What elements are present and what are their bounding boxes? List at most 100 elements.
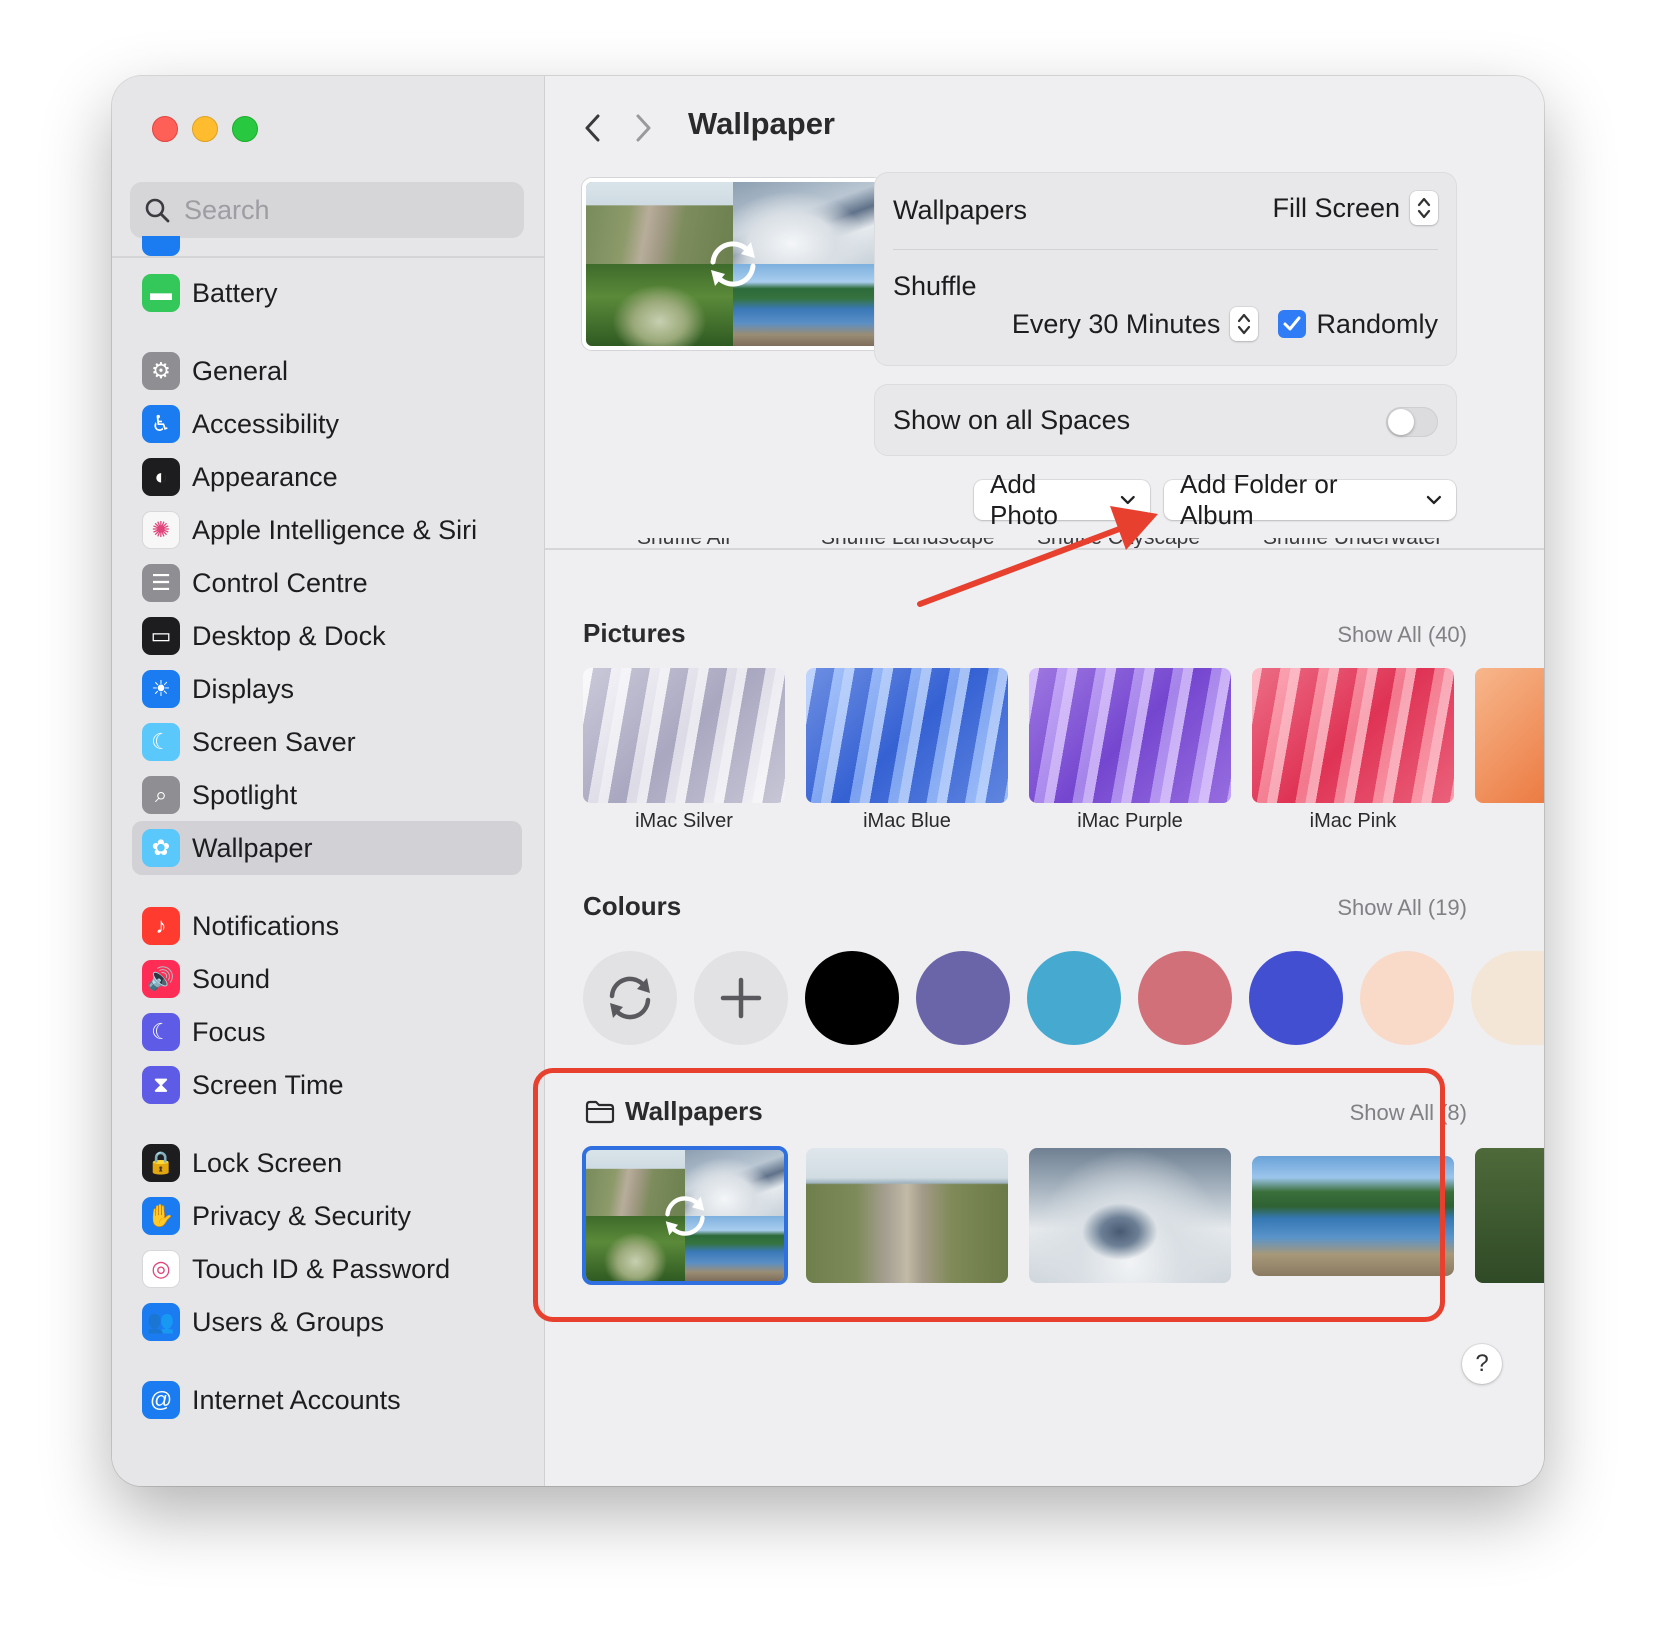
sidebar-item-focus[interactable]: ☾ Focus (132, 1005, 522, 1059)
sidebar-item-label: Lock Screen (192, 1147, 343, 1178)
colour-swatch[interactable] (1027, 951, 1121, 1045)
wallpaper-thumb-imac-pink[interactable] (1252, 668, 1454, 803)
sidebar-item-touch-id-password[interactable]: ◎ Touch ID & Password (132, 1242, 522, 1296)
wallpaper-thumb-boardwalk[interactable] (806, 1148, 1008, 1283)
shuffle-colours-button[interactable] (583, 951, 677, 1045)
wallpaper-thumb-partial[interactable] (1475, 1148, 1544, 1283)
help-button[interactable]: ? (1462, 1344, 1502, 1384)
colour-swatch[interactable] (1471, 951, 1544, 1045)
spaces-card: Show on all Spaces (874, 384, 1457, 456)
sidebar-item-label: Screen Saver (192, 726, 356, 757)
sidebar-item-label: Notifications (192, 910, 340, 941)
sidebar-item-wallpaper[interactable]: ✿ Wallpaper (132, 821, 522, 875)
sidebar-item-general[interactable]: ⚙ General (132, 344, 522, 398)
add-photo-label: Add Photo (990, 469, 1058, 530)
randomly-checkbox[interactable] (1278, 310, 1307, 338)
sidebar-item-screen-time[interactable]: ⧗ Screen Time (132, 1058, 522, 1112)
sidebar-item-label: Screen Time (192, 1069, 344, 1100)
wallpaper-thumb-imac-silver[interactable] (583, 668, 785, 803)
add-photo-button[interactable]: Add Photo (974, 469, 1150, 530)
search-icon (145, 198, 170, 223)
add-folder-button[interactable]: Add Folder or Album (1164, 469, 1456, 530)
zoom-window-button[interactable] (232, 116, 258, 142)
users-icon: 👥 (142, 1303, 180, 1341)
sidebar-item-lock-screen[interactable]: 🔒 Lock Screen (132, 1136, 522, 1190)
thumb-caption: iMac Pink (1309, 810, 1397, 832)
sidebar-item-sound[interactable]: 🔊 Sound (132, 952, 522, 1006)
folder-icon (585, 1100, 615, 1123)
main-pane: Wallpaper Wallpapers Fill Screen Shuffle… (545, 76, 1544, 1486)
shuffle-icon (710, 241, 756, 287)
thumb-caption: iMac Silver (635, 810, 733, 832)
sidebar-item-label: Desktop & Dock (192, 620, 386, 651)
sidebar-item-spotlight[interactable]: ⌕ Spotlight (132, 768, 522, 822)
sidebar-item-privacy-security[interactable]: ✋ Privacy & Security (132, 1189, 522, 1243)
shuffle-options: Every 30 Minutes Randomly (1012, 307, 1438, 341)
colour-swatch[interactable] (1138, 951, 1232, 1045)
sidebar-item-appearance[interactable]: ◐ Appearance (132, 450, 522, 504)
rotate-icon (609, 976, 651, 1020)
fit-mode-select[interactable]: Fill Screen (1272, 191, 1438, 225)
sidebar-item-internet-accounts[interactable]: @ Internet Accounts (132, 1373, 522, 1427)
moon-icon: ☾ (142, 1013, 180, 1051)
updown-chevron-icon (1230, 307, 1259, 341)
colours-title: Colours (583, 891, 682, 921)
sidebar-item-label: Focus (192, 1016, 266, 1047)
lock-icon: 🔒 (142, 1144, 180, 1182)
show-on-all-spaces-toggle[interactable] (1386, 407, 1438, 437)
wallpaper-thumb-partial[interactable] (1475, 668, 1544, 803)
sidebar-item-control-centre[interactable]: ☰ Control Centre (132, 556, 522, 610)
shuffle-interval-select[interactable]: Every 30 Minutes (1012, 307, 1259, 341)
accessibility-icon: ♿ (142, 405, 180, 443)
speaker-icon: 🔊 (142, 960, 180, 998)
sidebar-item-accessibility[interactable]: ♿ Accessibility (132, 397, 522, 451)
header-divider (545, 548, 1544, 550)
wallpapers-folder-title: Wallpapers (585, 1096, 763, 1127)
sidebar-item-apple-intelligence-siri[interactable]: ✺ Apple Intelligence & Siri (132, 503, 522, 557)
gear-icon: ⚙ (142, 352, 180, 390)
sidebar-item-notifications[interactable]: ♪ Notifications (132, 899, 522, 953)
pictures-title: Pictures (583, 618, 686, 648)
wallpaper-thumb-shuffle-selected[interactable] (582, 1146, 788, 1285)
sidebar-item-battery[interactable]: ▬ Battery (132, 266, 522, 320)
appearance-icon: ◐ (142, 458, 180, 496)
randomly-label: Randomly (1316, 308, 1438, 339)
pictures-show-all-link[interactable]: Show All (40) (1337, 622, 1467, 648)
sidebar-item-displays[interactable]: ☀ Displays (132, 662, 522, 716)
minimize-window-button[interactable] (192, 116, 218, 142)
flower-icon: ✿ (142, 829, 180, 867)
colours-show-all-link[interactable]: Show All (19) (1337, 895, 1467, 921)
wallpapers-show-all-link[interactable]: Show All (8) (1350, 1100, 1467, 1126)
sidebar-item-label: Privacy & Security (192, 1200, 412, 1231)
colour-swatch[interactable] (805, 951, 899, 1045)
back-button[interactable] (573, 108, 613, 148)
wallpaper-thumb-mountain[interactable] (1029, 1148, 1231, 1283)
updown-chevron-icon (1410, 191, 1438, 225)
sidebar-item-users-groups[interactable]: 👥 Users & Groups (132, 1295, 522, 1349)
colour-swatch[interactable] (1360, 951, 1454, 1045)
bell-icon: ♪ (142, 907, 180, 945)
current-wallpaper-preview (582, 178, 884, 350)
sidebar-item-desktop-dock[interactable]: ▭ Desktop & Dock (132, 609, 522, 663)
forward-button[interactable] (623, 108, 663, 148)
magnifier-icon: ⌕ (142, 776, 180, 814)
add-colour-button[interactable] (694, 951, 788, 1045)
colour-swatch[interactable] (916, 951, 1010, 1045)
at-icon: @ (142, 1381, 180, 1419)
colour-swatch[interactable] (1249, 951, 1343, 1045)
search-input[interactable] (182, 193, 506, 227)
siri-icon: ✺ (142, 511, 180, 549)
screen-saver-icon: ☾ (142, 723, 180, 761)
close-window-button[interactable] (152, 116, 178, 142)
chevron-left-icon (585, 114, 600, 142)
search-field[interactable] (130, 182, 524, 238)
chevron-down-icon (1121, 495, 1136, 505)
sidebar-item-screen-saver[interactable]: ☾ Screen Saver (132, 715, 522, 769)
card-divider (893, 249, 1438, 250)
shuffle-icon (665, 1195, 705, 1236)
wallpaper-thumb-imac-blue[interactable] (806, 668, 1008, 803)
wallpaper-thumb-lake[interactable] (1252, 1156, 1454, 1276)
sidebar-item-label: Appearance (192, 461, 338, 492)
dynamic-wallpapers-row: Shuffle All Shuffle Landscape Shuffle Ci… (545, 538, 1544, 562)
wallpaper-thumb-imac-purple[interactable] (1029, 668, 1231, 803)
